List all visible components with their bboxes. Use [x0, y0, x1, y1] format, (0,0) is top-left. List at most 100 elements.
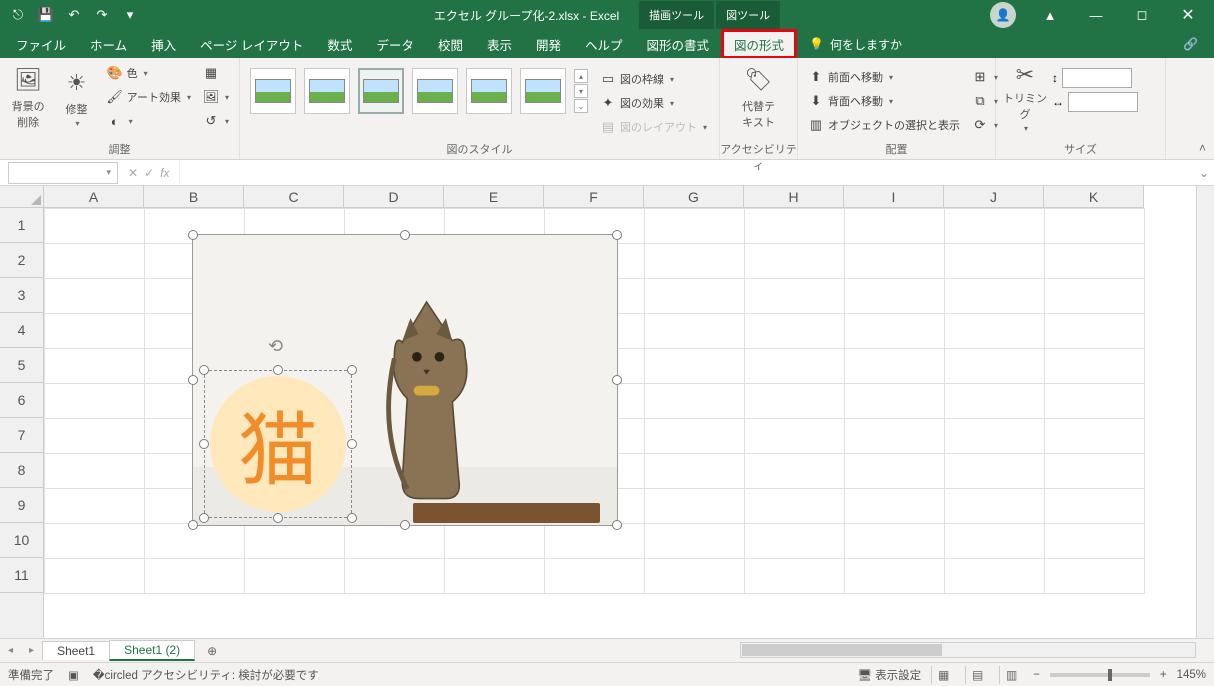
row-header[interactable]: 7: [0, 418, 43, 453]
tab-data[interactable]: データ: [364, 30, 426, 58]
alt-text-button[interactable]: 🏷 代替テ キスト: [736, 62, 782, 132]
send-backward-button[interactable]: ⬇背面へ移動▾: [804, 90, 964, 112]
tell-me-search[interactable]: 💡 何をしますか: [809, 30, 902, 58]
display-settings[interactable]: 🖥 表示設定: [857, 667, 921, 683]
tab-help[interactable]: ヘルプ: [573, 30, 635, 58]
shape-width-input[interactable]: [1068, 92, 1138, 112]
expand-formula-bar[interactable]: ⌄: [1194, 166, 1214, 180]
row-header[interactable]: 9: [0, 488, 43, 523]
tab-insert[interactable]: 挿入: [139, 30, 188, 58]
style-preset-2[interactable]: [304, 68, 350, 114]
compress-pictures-button[interactable]: ▦: [199, 62, 233, 84]
ribbon-display-options[interactable]: ▲: [1028, 0, 1072, 30]
name-box[interactable]: ▾: [8, 162, 118, 184]
contextual-tab-picture-tools[interactable]: 図ツール: [716, 1, 780, 29]
gallery-scroll[interactable]: ▴▾⌄: [574, 69, 588, 113]
picture-border-button[interactable]: ▭図の枠線▾: [596, 68, 711, 90]
selection-pane-button[interactable]: ▥オブジェクトの選択と表示: [804, 114, 964, 136]
remove-background-button[interactable]: 🖼 背景の 削除: [6, 62, 50, 132]
picture-styles-gallery[interactable]: ▴▾⌄: [246, 62, 592, 120]
horizontal-scrollbar[interactable]: [740, 642, 1196, 658]
minimize-button[interactable]: —: [1074, 0, 1118, 30]
row-header[interactable]: 11: [0, 558, 43, 593]
fx-icon[interactable]: fx: [160, 166, 169, 180]
page-layout-view-button[interactable]: ▤: [965, 666, 989, 684]
col-header[interactable]: J: [944, 186, 1044, 207]
sheet-tab[interactable]: Sheet1: [42, 641, 110, 660]
close-button[interactable]: ✕: [1166, 0, 1210, 30]
col-header[interactable]: H: [744, 186, 844, 207]
change-picture-button[interactable]: 🖼▾: [199, 86, 233, 108]
tab-review[interactable]: 校閲: [426, 30, 475, 58]
style-preset-1[interactable]: [250, 68, 296, 114]
autosave-toggle[interactable]: ⎋: [6, 3, 30, 27]
reset-picture-button[interactable]: ↺▾: [199, 110, 233, 132]
style-preset-5[interactable]: [466, 68, 512, 114]
col-header[interactable]: D: [344, 186, 444, 207]
save-button[interactable]: 💾: [34, 3, 58, 27]
picture-color-button[interactable]: 🎨色▾: [103, 62, 195, 84]
row-header[interactable]: 2: [0, 243, 43, 278]
macro-record-icon[interactable]: ▣: [68, 668, 79, 682]
cancel-formula-icon[interactable]: ✕: [128, 166, 138, 180]
crop-button[interactable]: ✂ トリミング▾: [1002, 62, 1048, 132]
zoom-out-button[interactable]: −: [1033, 669, 1040, 681]
account-avatar[interactable]: 👤: [990, 2, 1016, 28]
page-break-view-button[interactable]: ▥: [999, 666, 1023, 684]
rotation-handle[interactable]: ⟲: [268, 336, 288, 356]
row-header[interactable]: 1: [0, 208, 43, 243]
tab-picture-format[interactable]: 図の形式: [721, 29, 797, 59]
maximize-button[interactable]: ◻: [1120, 0, 1164, 30]
share-button[interactable]: 🔗: [1171, 30, 1210, 58]
col-header[interactable]: G: [644, 186, 744, 207]
qat-customize[interactable]: ▾: [118, 3, 142, 27]
row-header[interactable]: 3: [0, 278, 43, 313]
contextual-tab-drawing-tools[interactable]: 描画ツール: [639, 1, 714, 29]
col-header[interactable]: C: [244, 186, 344, 207]
formula-input[interactable]: [179, 162, 1194, 184]
vertical-scrollbar[interactable]: [1196, 186, 1214, 638]
style-preset-3[interactable]: [358, 68, 404, 114]
tab-home[interactable]: ホーム: [78, 30, 139, 58]
zoom-level[interactable]: 145%: [1177, 669, 1206, 681]
shape-height-input[interactable]: [1062, 68, 1132, 88]
collapse-ribbon[interactable]: ˄: [1199, 141, 1206, 155]
accessibility-status[interactable]: �circled アクセシビリティ: 検討が必要です: [93, 667, 319, 683]
zoom-in-button[interactable]: +: [1160, 669, 1167, 681]
normal-view-button[interactable]: ▦: [931, 666, 955, 684]
sheet-tab-active[interactable]: Sheet1 (2): [109, 640, 195, 661]
col-header[interactable]: B: [144, 186, 244, 207]
style-preset-4[interactable]: [412, 68, 458, 114]
tab-page-layout[interactable]: ページ レイアウト: [188, 30, 315, 58]
sheet-nav-next[interactable]: ▸: [21, 645, 42, 656]
chevron-down-icon[interactable]: ▾: [106, 167, 111, 178]
enter-formula-icon[interactable]: ✓: [144, 166, 154, 180]
tab-file[interactable]: ファイル: [4, 30, 78, 58]
corrections-button[interactable]: ☀ 修整▾: [54, 62, 98, 132]
cells-grid[interactable]: 猫 ⟲: [44, 208, 1196, 638]
picture-effects-button[interactable]: ✦図の効果▾: [596, 92, 711, 114]
tab-view[interactable]: 表示: [475, 30, 524, 58]
bring-forward-button[interactable]: ⬆前面へ移動▾: [804, 66, 964, 88]
col-header[interactable]: I: [844, 186, 944, 207]
col-header[interactable]: A: [44, 186, 144, 207]
new-sheet-button[interactable]: ⊕: [200, 644, 224, 658]
undo-button[interactable]: ↶: [62, 3, 86, 27]
sheet-nav-prev[interactable]: ◂: [0, 645, 21, 656]
redo-button[interactable]: ↷: [90, 3, 114, 27]
col-header[interactable]: K: [1044, 186, 1144, 207]
row-header[interactable]: 8: [0, 453, 43, 488]
select-all-corner[interactable]: [0, 186, 44, 208]
row-header[interactable]: 5: [0, 348, 43, 383]
col-header[interactable]: F: [544, 186, 644, 207]
row-header[interactable]: 10: [0, 523, 43, 558]
tab-developer[interactable]: 開発: [524, 30, 573, 58]
transparency-button[interactable]: ◐▾: [103, 110, 195, 132]
col-header[interactable]: E: [444, 186, 544, 207]
style-preset-6[interactable]: [520, 68, 566, 114]
row-header[interactable]: 6: [0, 383, 43, 418]
tab-formulas[interactable]: 数式: [315, 30, 364, 58]
artistic-effects-button[interactable]: 🖌アート効果▾: [103, 86, 195, 108]
selected-shape-circle[interactable]: 猫 ⟲: [204, 370, 352, 518]
tab-shape-format[interactable]: 図形の書式: [635, 30, 722, 58]
